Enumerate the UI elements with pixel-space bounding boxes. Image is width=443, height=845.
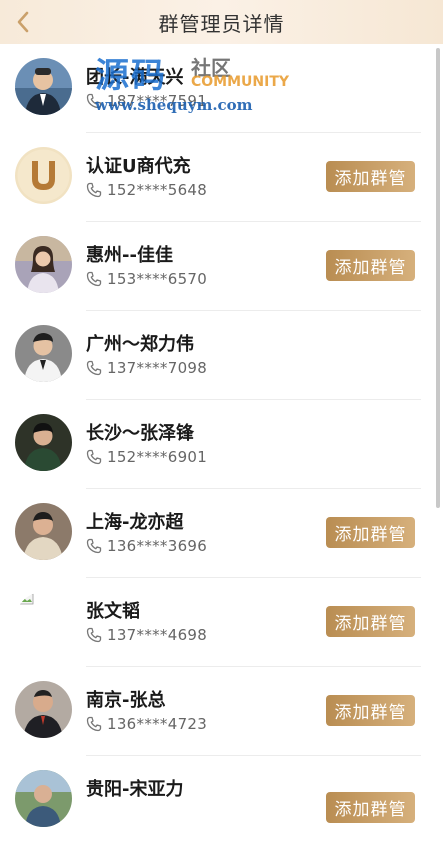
member-name: 广州～郑力伟 bbox=[86, 334, 194, 355]
list-item[interactable]: 南京-张总 136****4723 添加群管 bbox=[0, 667, 443, 756]
chevron-left-icon bbox=[17, 11, 29, 33]
avatar bbox=[15, 58, 72, 115]
phone-icon bbox=[86, 716, 102, 732]
list-item[interactable]: 长沙～张泽锋 152****6901 bbox=[0, 400, 443, 489]
header: 群管理员详情 bbox=[0, 0, 443, 44]
phone-line: 153****6570 bbox=[86, 270, 207, 288]
avatar bbox=[15, 681, 72, 738]
broken-image-icon bbox=[15, 592, 72, 649]
page-title: 群管理员详情 bbox=[158, 11, 285, 36]
phone-number: 187****7591 bbox=[107, 92, 208, 110]
add-admin-button[interactable]: 添加群管 bbox=[326, 695, 415, 726]
list-item[interactable]: 贵阳-宋亚力 添加群管 bbox=[0, 756, 443, 845]
list-item[interactable]: 广州～郑力伟 137****7098 bbox=[0, 311, 443, 400]
phone-line: 137****4698 bbox=[86, 626, 207, 644]
phone-line: 152****6901 bbox=[86, 448, 207, 466]
list-item[interactable]: 团长-满天兴 187****7591 bbox=[0, 44, 443, 133]
scrollbar[interactable] bbox=[436, 48, 440, 508]
add-admin-button[interactable]: 添加群管 bbox=[326, 606, 415, 637]
phone-icon bbox=[86, 627, 102, 643]
member-name: 惠州--佳佳 bbox=[86, 245, 173, 266]
phone-line: 136****3696 bbox=[86, 537, 207, 555]
phone-number: 152****5648 bbox=[107, 181, 208, 199]
member-name: 贵阳-宋亚力 bbox=[86, 779, 184, 800]
list-item[interactable]: 张文韬 137****4698 添加群管 bbox=[0, 578, 443, 667]
phone-number: 137****4698 bbox=[107, 626, 208, 644]
phone-number: 153****6570 bbox=[107, 270, 208, 288]
add-admin-button[interactable]: 添加群管 bbox=[326, 792, 415, 823]
phone-icon bbox=[86, 360, 102, 376]
list-item[interactable]: 上海-龙亦超 136****3696 添加群管 bbox=[0, 489, 443, 578]
member-name: 南京-张总 bbox=[86, 690, 166, 711]
phone-line: 187****7591 bbox=[86, 92, 207, 110]
avatar bbox=[15, 236, 72, 293]
phone-number: 137****7098 bbox=[107, 359, 208, 377]
member-name: 团长-满天兴 bbox=[86, 67, 184, 88]
member-name: 认证U商代充 bbox=[86, 156, 191, 177]
member-name: 长沙～张泽锋 bbox=[86, 423, 194, 444]
list-item[interactable]: 认证U商代充 152****5648 添加群管 bbox=[0, 133, 443, 222]
phone-number: 136****4723 bbox=[107, 715, 208, 733]
add-admin-button[interactable]: 添加群管 bbox=[326, 517, 415, 548]
avatar bbox=[15, 414, 72, 471]
add-admin-button[interactable]: 添加群管 bbox=[326, 250, 415, 281]
phone-line: 152****5648 bbox=[86, 181, 207, 199]
avatar bbox=[15, 592, 72, 649]
phone-icon bbox=[86, 182, 102, 198]
phone-icon bbox=[86, 449, 102, 465]
list-item[interactable]: 惠州--佳佳 153****6570 添加群管 bbox=[0, 222, 443, 311]
phone-icon bbox=[86, 271, 102, 287]
member-name: 上海-龙亦超 bbox=[86, 512, 184, 533]
avatar bbox=[15, 325, 72, 382]
phone-number: 136****3696 bbox=[107, 537, 208, 555]
phone-line: 136****4723 bbox=[86, 715, 207, 733]
phone-number: 152****6901 bbox=[107, 448, 208, 466]
avatar bbox=[15, 770, 72, 827]
member-name: 张文韬 bbox=[86, 601, 140, 622]
member-list: 团长-满天兴 187****7591 认证U商代充 152****5648 添加… bbox=[0, 44, 443, 845]
avatar bbox=[15, 503, 72, 560]
add-admin-button[interactable]: 添加群管 bbox=[326, 161, 415, 192]
back-button[interactable] bbox=[10, 8, 36, 36]
phone-icon bbox=[86, 93, 102, 109]
phone-line: 137****7098 bbox=[86, 359, 207, 377]
avatar bbox=[15, 147, 72, 204]
phone-icon bbox=[86, 538, 102, 554]
